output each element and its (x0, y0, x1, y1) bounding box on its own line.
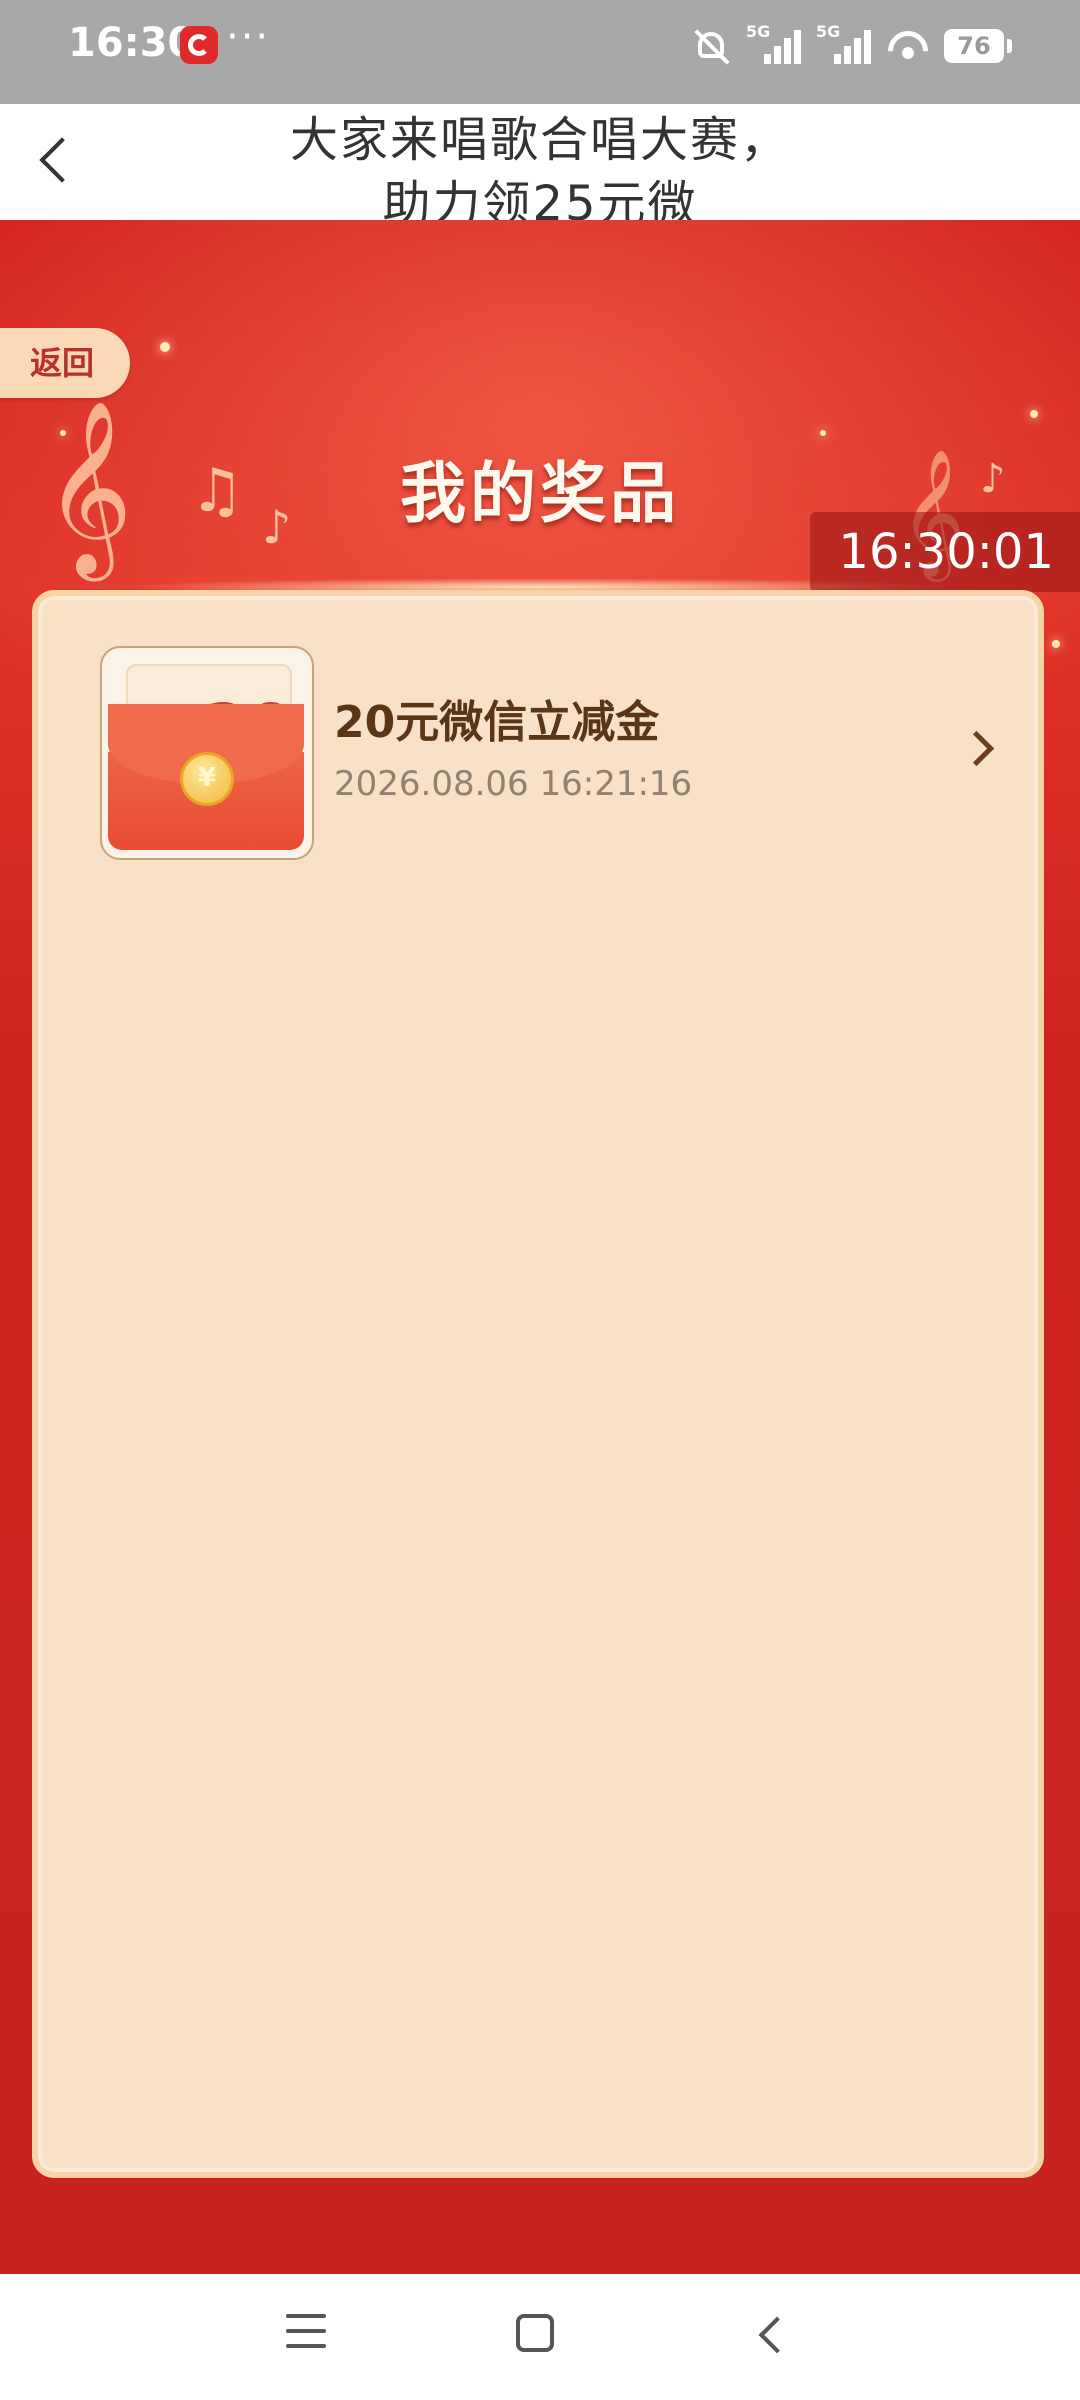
prize-list-card: ¥ 20 ¥ 20元微信立减金 2026.08.06 16:21:16 (32, 590, 1044, 2178)
wifi-icon (886, 29, 930, 63)
sparkle-2 (1030, 410, 1038, 418)
more-notifications-icon: ··· (226, 14, 271, 60)
home-icon[interactable] (516, 2314, 554, 2352)
prize-page: 𝄞 𝄞 ♫ ♪ ♪ 返回 我的奖品 16:30:01 ¥ 20 ¥ 20元微信立… (0, 220, 1080, 2274)
signal-icon: 5G (746, 22, 802, 68)
battery-icon: 76 (944, 29, 1012, 63)
page-title: 大家来唱歌合唱大赛，助力领25元微 (290, 112, 791, 220)
back-arrow-icon[interactable] (34, 138, 74, 178)
system-nav-bar (0, 2274, 1080, 2400)
chevron-right-icon[interactable] (962, 726, 1002, 766)
mute-icon (692, 26, 732, 66)
sparkle-4 (820, 430, 826, 436)
sparkle-5 (1052, 640, 1060, 648)
title-bar: 大家来唱歌合唱大赛，助力领25元微 (0, 104, 1080, 220)
signal-icon-2: 5G (816, 22, 872, 68)
coin-icon: ¥ (180, 752, 234, 806)
back-button[interactable]: 返回 (0, 328, 130, 398)
sparkle-3 (60, 430, 66, 436)
app-notification-icon (180, 26, 218, 64)
status-time: 16:30 (68, 20, 196, 66)
prize-name: 20元微信立减金 (334, 697, 660, 748)
red-envelope-icon: ¥ 20 ¥ (100, 646, 314, 860)
sparkle (160, 342, 170, 352)
signal-tag-2: 5G (816, 22, 841, 41)
status-icons: 5G 5G 76 (692, 22, 1012, 68)
prize-date: 2026.08.06 16:21:16 (334, 764, 693, 804)
signal-tag: 5G (746, 22, 771, 41)
recent-apps-icon[interactable] (286, 2314, 326, 2350)
prize-item[interactable]: ¥ 20 ¥ 20元微信立减金 2026.08.06 16:21:16 (100, 646, 1030, 866)
clock-badge: 16:30:01 (810, 512, 1080, 592)
status-bar: 16:30 ··· 5G 5G 76 (0, 0, 1080, 104)
back-nav-icon[interactable] (750, 2314, 790, 2354)
